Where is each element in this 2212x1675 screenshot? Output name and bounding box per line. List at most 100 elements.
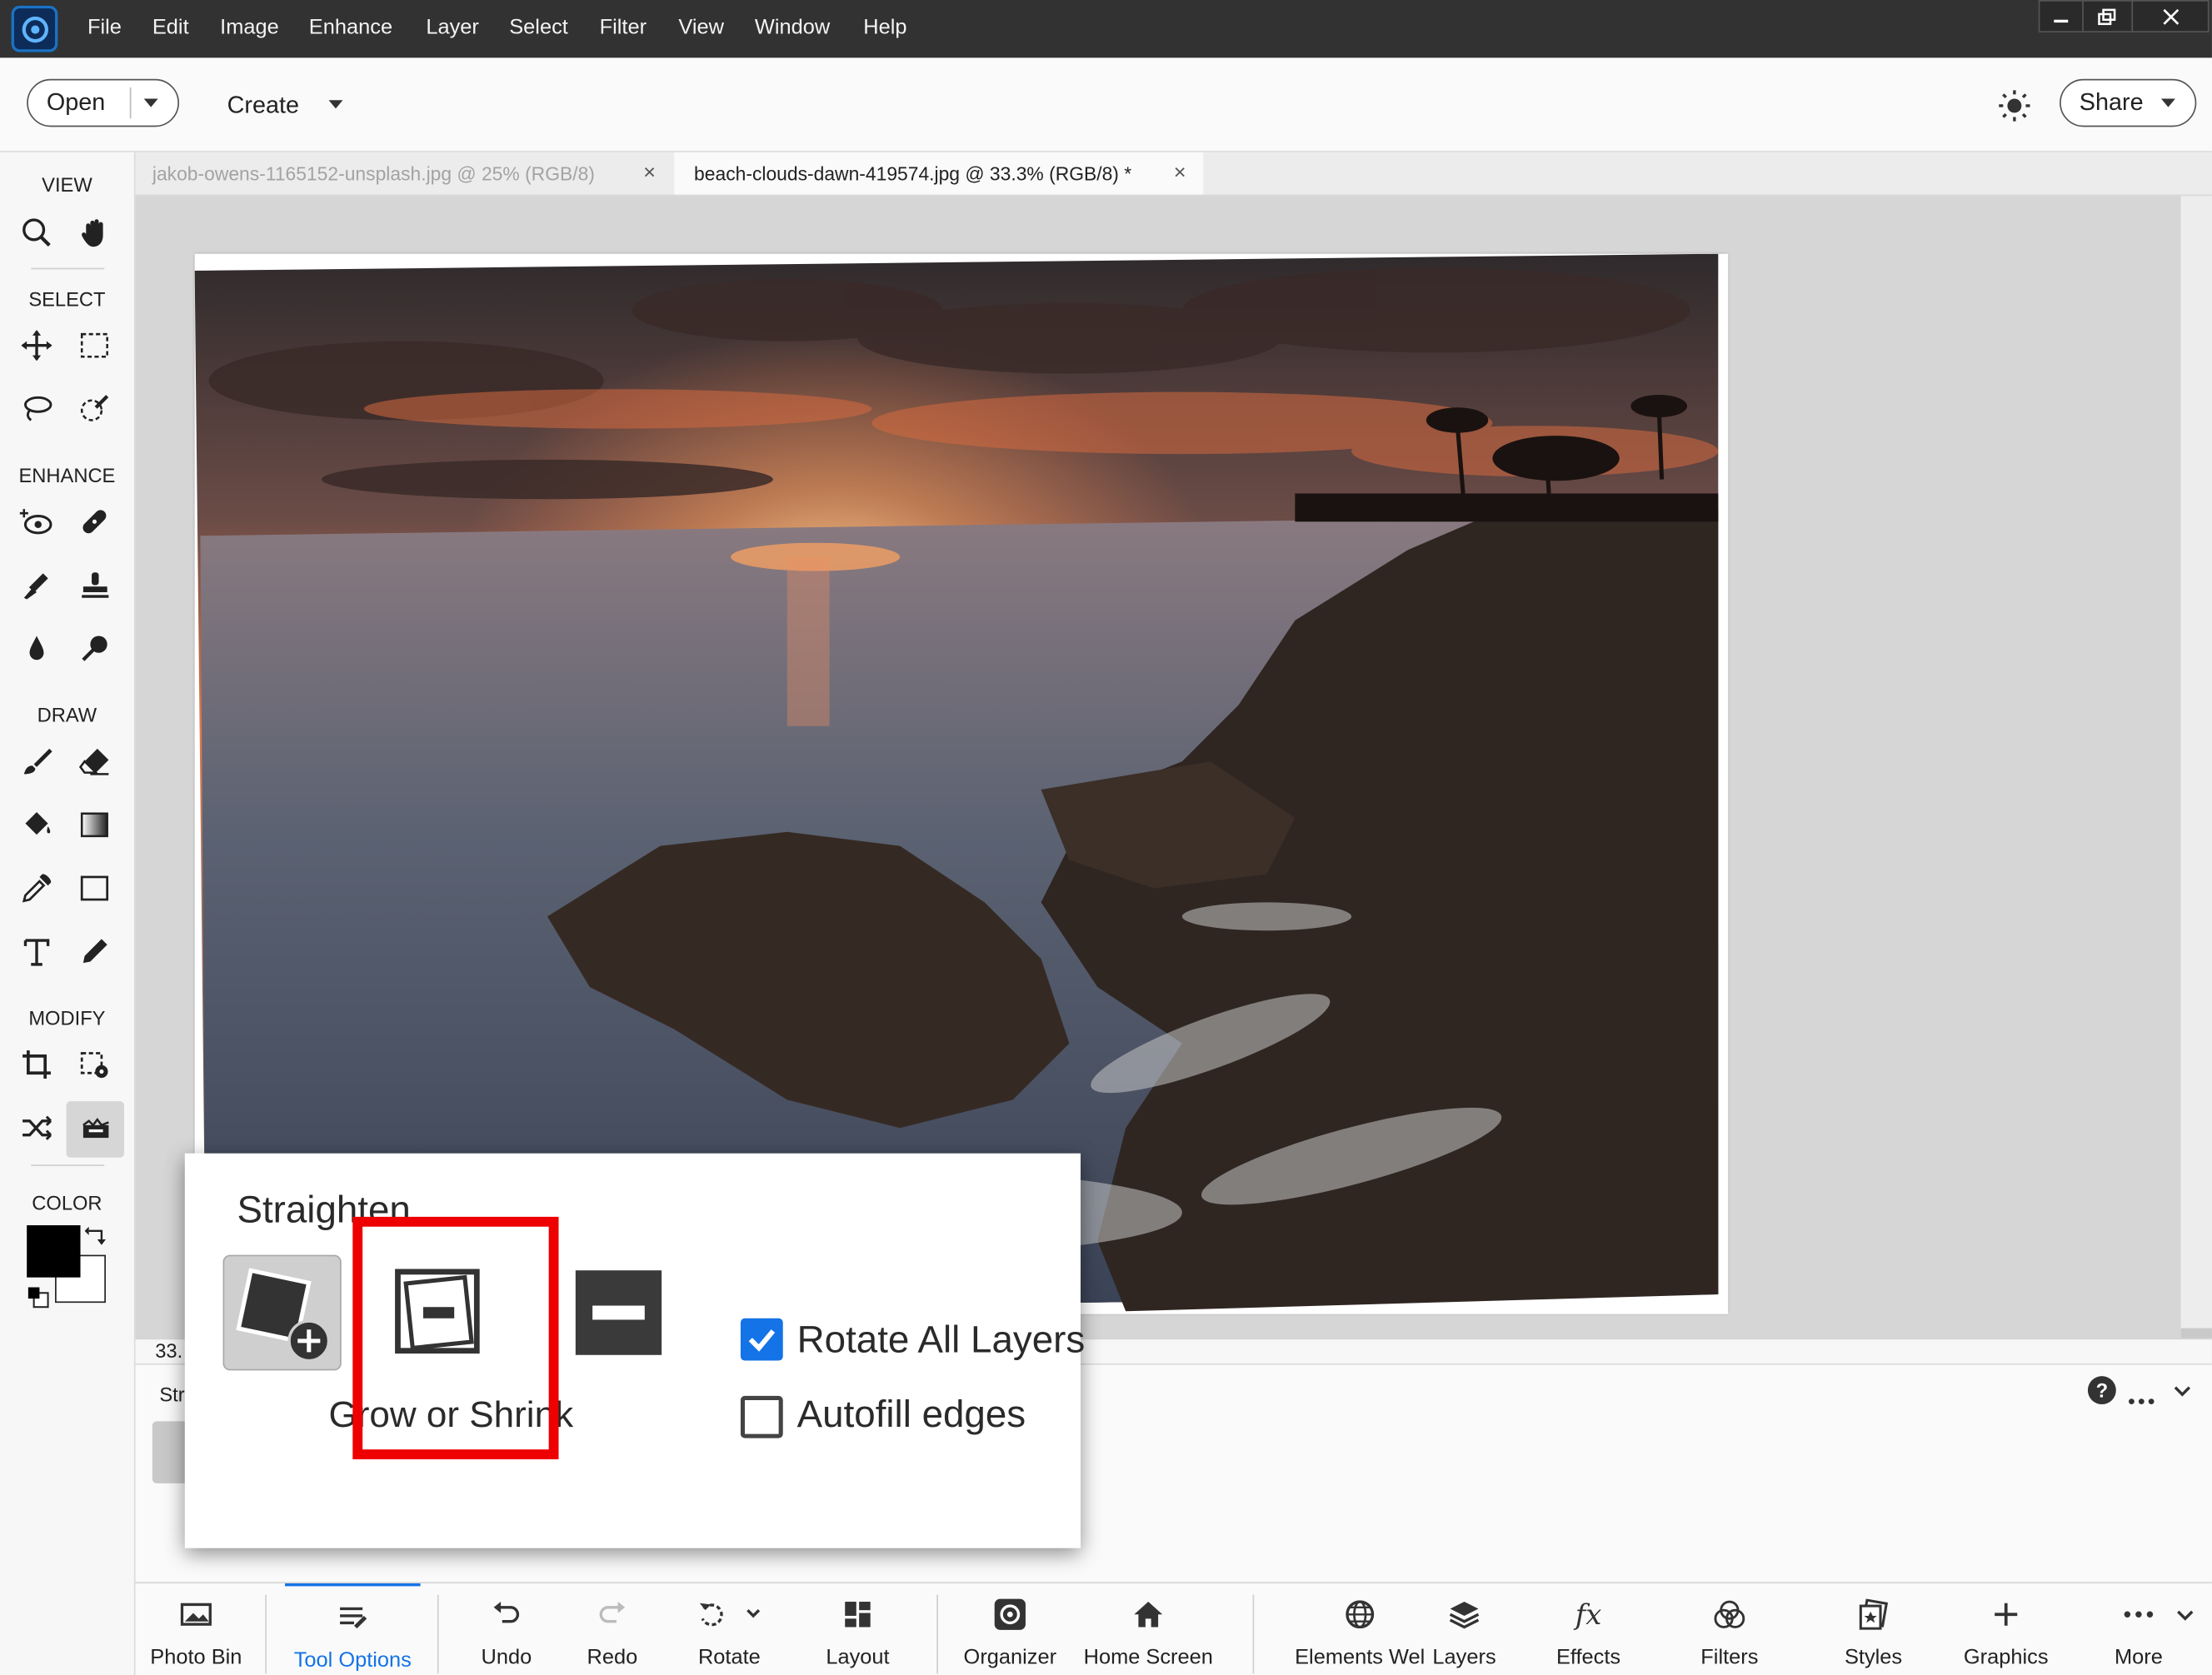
lasso-icon[interactable] bbox=[12, 385, 61, 433]
organizer-button[interactable]: Organizer bbox=[954, 1583, 1066, 1675]
open-button[interactable]: Open bbox=[27, 78, 180, 127]
top-bar: Open Create Share bbox=[0, 57, 2212, 152]
collapse-chevron-icon[interactable] bbox=[2173, 1382, 2193, 1398]
zoom-icon[interactable] bbox=[12, 209, 61, 257]
default-colors-icon[interactable] bbox=[27, 1286, 49, 1309]
menu-bar: File Edit Image Enhance Layer Select Fil… bbox=[0, 0, 2212, 58]
plus-icon bbox=[1992, 1598, 2020, 1632]
redo-label: Redo bbox=[587, 1645, 638, 1670]
document-tabs: jakob-owens-1165152-unsplash.jpg @ 25% (… bbox=[135, 152, 2212, 197]
photo-bin-label: Photo Bin bbox=[150, 1645, 242, 1670]
menu-window[interactable]: Window bbox=[755, 16, 830, 40]
rotate-all-layers-label[interactable]: Rotate All Layers bbox=[797, 1319, 1086, 1362]
redo-icon bbox=[597, 1598, 627, 1632]
elements-web-button[interactable]: Elements Wel bbox=[1292, 1583, 1428, 1675]
select-heading: SELECT bbox=[28, 287, 106, 311]
vertical-scrollbar[interactable] bbox=[2180, 196, 2212, 1365]
tab-beach-clouds-dawn[interactable]: beach-clouds-dawn-419574.jpg @ 33.3% (RG… bbox=[674, 152, 1204, 195]
zoom-readout: 33. bbox=[155, 1339, 183, 1363]
photo-bin-button[interactable]: Photo Bin bbox=[138, 1583, 254, 1675]
straighten-options-popup: Straighten Grow or Shrink Rotate All Lay bbox=[184, 1153, 1085, 1548]
close-icon[interactable] bbox=[2131, 0, 2210, 32]
hand-icon[interactable] bbox=[71, 209, 119, 257]
minimize-icon[interactable] bbox=[2038, 0, 2084, 32]
restore-icon[interactable] bbox=[2082, 0, 2134, 32]
menu-select[interactable]: Select bbox=[509, 16, 568, 40]
divider bbox=[437, 1594, 439, 1674]
gradient-icon[interactable] bbox=[71, 801, 119, 850]
crop-to-original-size-icon[interactable] bbox=[575, 1270, 662, 1355]
menu-filter[interactable]: Filter bbox=[600, 16, 647, 40]
tab-jakob-owens[interactable]: jakob-owens-1165152-unsplash.jpg @ 25% (… bbox=[152, 152, 595, 195]
clone-stamp-icon[interactable] bbox=[71, 561, 119, 610]
layers-label: Layers bbox=[1432, 1645, 1496, 1670]
content-aware-move-icon[interactable] bbox=[12, 1104, 61, 1152]
rotate-icon bbox=[697, 1598, 761, 1632]
sponge-icon[interactable] bbox=[71, 625, 119, 673]
tool-options-button[interactable]: Tool Options bbox=[285, 1583, 421, 1675]
more-button[interactable]: More bbox=[2096, 1583, 2181, 1675]
rotate-all-layers-checkbox[interactable] bbox=[740, 1318, 783, 1361]
layers-button[interactable]: Layers bbox=[1416, 1583, 1512, 1675]
sun-icon[interactable] bbox=[1998, 89, 2032, 123]
redo-button[interactable]: Redo bbox=[563, 1583, 662, 1675]
toolbox: VIEW SELECT ENHANCE DRAW MODIFY COLOR bbox=[0, 152, 136, 1675]
spot-healing-icon[interactable] bbox=[71, 498, 119, 546]
create-chevron-down-icon[interactable] bbox=[328, 100, 343, 109]
eraser-icon[interactable] bbox=[71, 737, 119, 785]
tab-close-icon[interactable]: × bbox=[643, 161, 656, 185]
divider bbox=[1252, 1594, 1255, 1674]
menu-enhance[interactable]: Enhance bbox=[309, 16, 392, 40]
crop-icon[interactable] bbox=[12, 1040, 61, 1089]
paint-bucket-icon[interactable] bbox=[12, 801, 61, 850]
menu-file[interactable]: File bbox=[87, 16, 122, 40]
autofill-edges-checkbox[interactable] bbox=[740, 1395, 783, 1438]
brush-icon[interactable] bbox=[12, 737, 61, 785]
undo-button[interactable]: Undo bbox=[457, 1583, 557, 1675]
crop-plus-icon bbox=[236, 1268, 331, 1363]
swap-colors-icon[interactable] bbox=[84, 1225, 107, 1248]
layers-icon bbox=[1449, 1598, 1480, 1632]
foreground-color-swatch[interactable] bbox=[27, 1225, 81, 1278]
red-eye-icon[interactable] bbox=[12, 498, 61, 546]
enhance-heading: ENHANCE bbox=[18, 463, 116, 487]
menu-help[interactable]: Help bbox=[863, 16, 906, 40]
move-icon[interactable] bbox=[12, 322, 61, 370]
more-options-icon[interactable] bbox=[2127, 1388, 2155, 1405]
menu-image[interactable]: Image bbox=[220, 16, 279, 40]
help-icon[interactable]: ? bbox=[2087, 1376, 2116, 1405]
type-icon[interactable] bbox=[12, 928, 61, 976]
rotate-button[interactable]: Rotate bbox=[672, 1583, 787, 1675]
create-button[interactable]: Create bbox=[227, 92, 299, 120]
menu-layer[interactable]: Layer bbox=[426, 16, 479, 40]
filters-button[interactable]: Filters bbox=[1681, 1583, 1777, 1675]
rectangle-shape-icon[interactable] bbox=[71, 865, 119, 913]
pencil-icon[interactable] bbox=[71, 928, 119, 976]
home-screen-button[interactable]: Home Screen bbox=[1081, 1583, 1216, 1675]
straighten-tool-active[interactable] bbox=[66, 1101, 125, 1158]
rotate-label: Rotate bbox=[697, 1645, 761, 1670]
menu-edit[interactable]: Edit bbox=[152, 16, 189, 40]
straighten-mode-remove-background[interactable] bbox=[222, 1254, 342, 1371]
menu-view[interactable]: View bbox=[678, 16, 724, 40]
more-chevron-down-icon[interactable] bbox=[2175, 1606, 2195, 1623]
tab-close-icon[interactable]: × bbox=[1174, 161, 1186, 185]
autofill-edges-label[interactable]: Autofill edges bbox=[797, 1393, 1026, 1436]
organizer-icon bbox=[993, 1598, 1027, 1632]
graphics-button[interactable]: Graphics bbox=[1955, 1583, 2057, 1675]
styles-button[interactable]: Styles bbox=[1825, 1583, 1921, 1675]
chevron-down-icon[interactable] bbox=[143, 98, 158, 107]
effects-button[interactable]: fx Effects bbox=[1540, 1583, 1636, 1675]
quick-selection-icon[interactable] bbox=[71, 385, 119, 433]
open-label: Open bbox=[46, 88, 106, 116]
eyedropper-icon[interactable] bbox=[12, 865, 61, 913]
marquee-icon[interactable] bbox=[71, 322, 119, 370]
layout-button[interactable]: Layout bbox=[807, 1583, 909, 1675]
smart-brush-icon[interactable] bbox=[12, 561, 61, 610]
share-button[interactable]: Share bbox=[2060, 78, 2197, 127]
recompose-icon[interactable] bbox=[71, 1040, 119, 1089]
elements-web-label: Elements Wel bbox=[1295, 1645, 1426, 1670]
tool-options-label: Str bbox=[159, 1383, 185, 1406]
blur-icon[interactable] bbox=[12, 625, 61, 673]
styles-label: Styles bbox=[1844, 1645, 1903, 1670]
